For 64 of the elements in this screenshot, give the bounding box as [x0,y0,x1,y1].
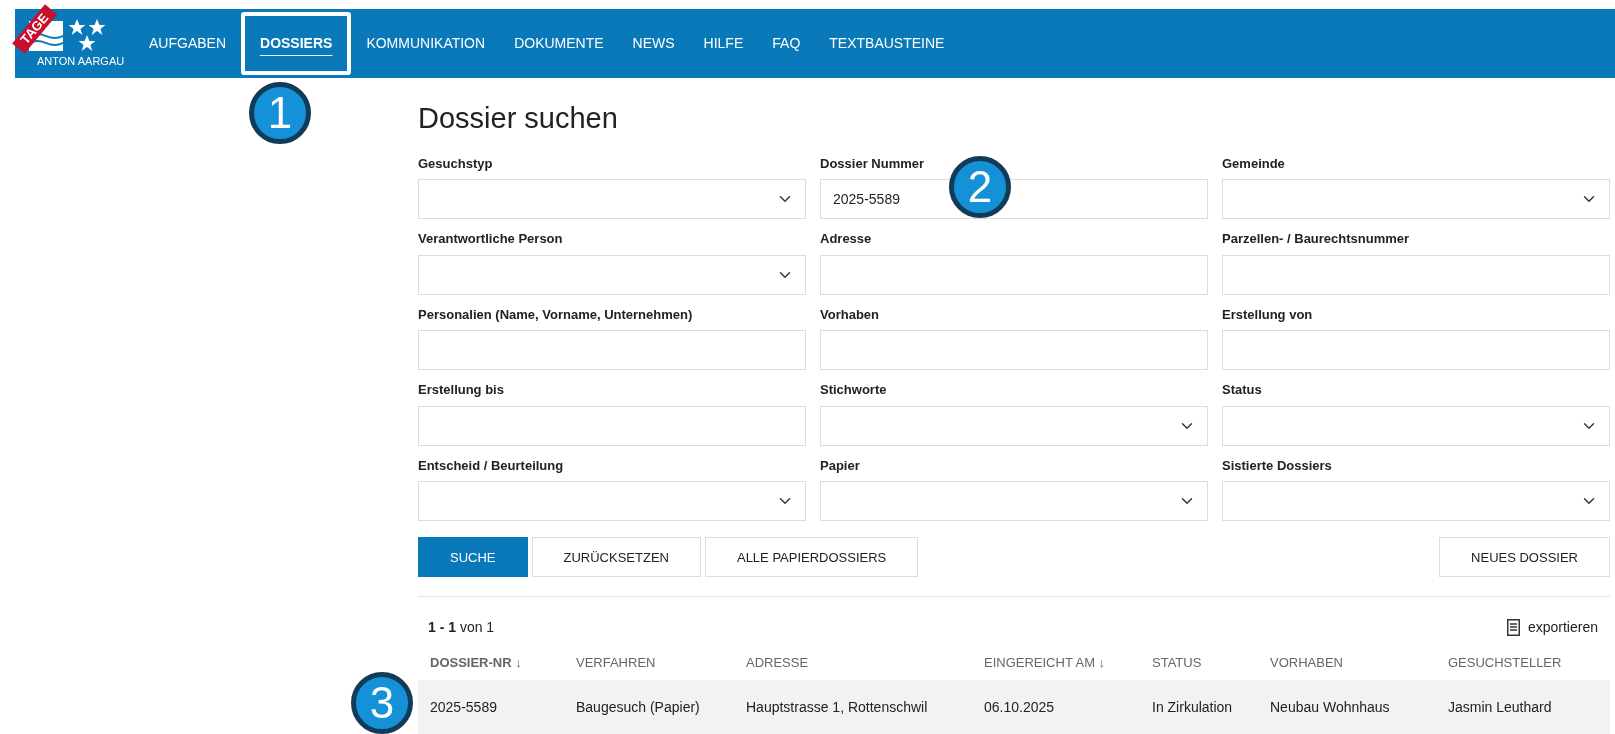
nav-link[interactable]: DOKUMENTE [500,25,618,62]
table-cell: Hauptstrasse 1, Rottenschwil [734,680,972,734]
callout-marker: 3 [351,672,413,734]
table-cell: In Zirkulation [1140,680,1258,734]
table-cell: 2025-5589 [418,680,564,734]
export-label: exportieren [1527,618,1598,638]
column-header[interactable]: VORHABEN [1258,644,1436,681]
input-field[interactable] [1222,254,1610,295]
nav-link[interactable]: NEWS [618,25,689,62]
field-label: Stichworte [820,381,888,400]
field-label: Adresse [820,230,873,249]
select-field[interactable] [1222,405,1610,446]
button[interactable]: ALLE PAPIERDOSSIERS [704,537,919,578]
select-field[interactable] [418,179,806,220]
input-field[interactable] [418,330,806,371]
select-field[interactable] [820,481,1208,522]
table-cell: Neubau Wohnhaus [1258,680,1436,734]
field-label: Status [1222,381,1263,400]
nav-link[interactable]: TEXTBAUSTEINE [815,25,959,62]
input-field[interactable] [418,405,806,446]
input-field[interactable] [1222,330,1610,371]
button[interactable]: NEUES DOSSIER [1439,537,1610,578]
table-cell: Baugesuch (Papier) [564,680,734,734]
input-field[interactable] [820,330,1208,371]
field-label: Personalien (Name, Vorname, Unternehmen) [418,305,694,324]
nav-link[interactable]: AUFGABEN [135,25,240,62]
select-field[interactable] [418,481,806,522]
field-label: Gemeinde [1222,154,1286,173]
field-label: Erstellung von [1222,305,1314,324]
select-field[interactable] [418,254,806,295]
select-field[interactable] [1222,481,1610,522]
input-field[interactable] [820,254,1208,295]
export-link[interactable]: exportieren [1506,617,1598,639]
field-label: Verantwortliche Person [418,230,564,249]
column-header[interactable]: GESUCHSTELLER [1436,644,1610,681]
page-title: Dossier suchen [418,101,619,136]
field-label: Erstellung bis [418,381,505,400]
table-cell: Jasmin Leuthard [1436,680,1610,734]
nav-link[interactable]: HILFE [689,25,758,62]
field-label: Entscheid / Beurteilung [418,456,565,475]
column-header[interactable]: DOSSIER-NR ↓ [418,644,564,681]
select-field[interactable] [820,405,1208,446]
column-header[interactable]: VERFAHREN [564,644,734,681]
document-icon [1506,619,1520,637]
nav-link[interactable]: KOMMUNIKATION [352,25,500,62]
field-label: Sistierte Dossiers [1222,456,1333,475]
nav-link[interactable]: FAQ [758,25,815,62]
field-label: Vorhaben [820,305,880,324]
button[interactable]: ZURÜCKSETZEN [531,537,701,578]
column-header[interactable]: STATUS [1140,644,1258,681]
select-field[interactable] [1222,179,1610,220]
column-header[interactable]: EINGEREICHT AM ↓ [972,644,1140,681]
table-cell: 06.10.2025 [972,680,1140,734]
field-label: Parzellen- / Baurechtsnummer [1222,230,1411,249]
column-header[interactable]: ADRESSE [734,644,972,681]
callout-marker: 2 [949,156,1011,218]
field-label: Papier [820,456,861,475]
logo-caption: ANTON AARGAU [37,53,125,69]
callout-marker: 1 [249,82,311,144]
button[interactable]: SUCHE [418,537,528,578]
field-label: Gesuchstyp [418,154,494,173]
nav-link[interactable]: DOSSIERS [241,12,352,75]
result-count: 1 - 1 von 1 [428,618,495,638]
field-label: Dossier Nummer [820,154,926,173]
